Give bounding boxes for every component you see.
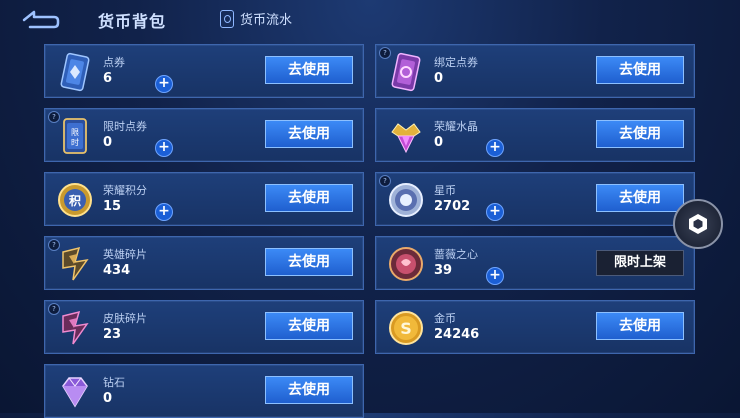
currency-name: 蔷薇之心: [434, 248, 478, 261]
svg-text:S: S: [400, 319, 412, 338]
currency-name: 英雄碎片: [103, 248, 147, 261]
diamond-icon: [62, 377, 88, 408]
currency-card-glory-crystal: 荣耀水晶 0 + 去使用: [375, 108, 695, 162]
page-title: 货币背包: [98, 12, 167, 31]
hexagon-icon: [689, 214, 707, 234]
currency-card-star-coin: ? 星币 2702 + 去使用: [375, 172, 695, 226]
currency-card-gold-coin: S 金币 24246 去使用: [375, 300, 695, 354]
currency-card-diamond: 钻石 0 去使用: [44, 364, 364, 418]
currency-card-glory-points: 积 荣耀积分 15 + 去使用: [44, 172, 364, 226]
currency-name: 荣耀积分: [103, 184, 147, 197]
add-glory-points-button[interactable]: +: [155, 203, 173, 221]
currency-count: 23: [103, 327, 122, 342]
use-button[interactable]: 去使用: [265, 56, 353, 84]
use-button[interactable]: 去使用: [265, 376, 353, 404]
use-button[interactable]: 去使用: [596, 312, 684, 340]
currency-count: 6: [103, 71, 113, 86]
currency-count: 39: [434, 263, 453, 278]
currency-count: 24246: [434, 327, 480, 342]
currency-flow-label: 货币流水: [240, 13, 293, 28]
currency-count: 0: [434, 71, 444, 86]
currency-name: 荣耀水晶: [434, 120, 478, 133]
currency-card-bound-coupon: ? 绑定点券 0 去使用: [375, 44, 695, 98]
use-button[interactable]: 去使用: [265, 120, 353, 148]
rose-heart-icon: [389, 247, 423, 281]
ledger-icon: [220, 9, 234, 28]
use-button[interactable]: 去使用: [265, 312, 353, 340]
currency-card-limited-coupon: ? 限 时 限时点券 0 + 去使用: [44, 108, 364, 162]
currency-card-hero-shard: ? 英雄碎片 434 去使用: [44, 236, 364, 290]
currency-card-skin-shard: ? 皮肤碎片 23 去使用: [44, 300, 364, 354]
add-rose-heart-button[interactable]: +: [486, 267, 504, 285]
currency-name: 点券: [103, 56, 125, 69]
use-button[interactable]: 去使用: [265, 248, 353, 276]
currency-name: 钻石: [103, 376, 125, 389]
limited-offer-label: 限时上架: [596, 250, 684, 276]
currency-name: 皮肤碎片: [103, 312, 147, 325]
currency-count: 434: [103, 263, 131, 278]
svg-text:积: 积: [69, 193, 81, 208]
back-arrow-icon[interactable]: [20, 8, 60, 32]
use-button[interactable]: 去使用: [265, 184, 353, 212]
currency-count: 15: [103, 199, 122, 214]
add-limited-coupon-button[interactable]: +: [155, 139, 173, 157]
glory-points-icon: 积: [58, 183, 92, 217]
currency-count: 0: [434, 135, 444, 150]
star-coin-icon: [389, 183, 423, 217]
currency-name: 星币: [434, 184, 456, 197]
currency-name: 金币: [434, 312, 456, 325]
currency-card-rose-heart: 蔷薇之心 39 + 限时上架: [375, 236, 695, 290]
bound-coupon-icon: [391, 52, 421, 92]
currency-count: 0: [103, 391, 113, 406]
add-glory-crystal-button[interactable]: +: [486, 139, 504, 157]
gold-coin-icon: S: [389, 311, 423, 345]
svg-text:限: 限: [71, 128, 79, 137]
svg-text:时: 时: [71, 137, 79, 147]
add-coupon-button[interactable]: +: [155, 75, 173, 93]
hero-shard-icon: [62, 246, 89, 281]
currency-card-coupon: 点券 6 + 去使用: [44, 44, 364, 98]
currency-count: 2702: [434, 199, 471, 214]
use-button[interactable]: 去使用: [596, 120, 684, 148]
top-bar: 货币背包 货币流水: [0, 0, 740, 38]
currency-name: 限时点券: [103, 120, 147, 133]
glory-crystal-icon: [391, 123, 421, 154]
use-button[interactable]: 去使用: [596, 184, 684, 212]
currency-count: 0: [103, 135, 113, 150]
limited-coupon-icon: 限 时: [63, 118, 87, 154]
coupon-icon: [60, 52, 90, 92]
add-star-coin-button[interactable]: +: [486, 203, 504, 221]
use-button[interactable]: 去使用: [596, 56, 684, 84]
skin-shard-icon: [62, 310, 89, 345]
currency-name: 绑定点券: [434, 56, 478, 69]
floating-menu-button[interactable]: [673, 199, 723, 249]
currency-flow-tab[interactable]: 货币流水: [220, 9, 292, 28]
